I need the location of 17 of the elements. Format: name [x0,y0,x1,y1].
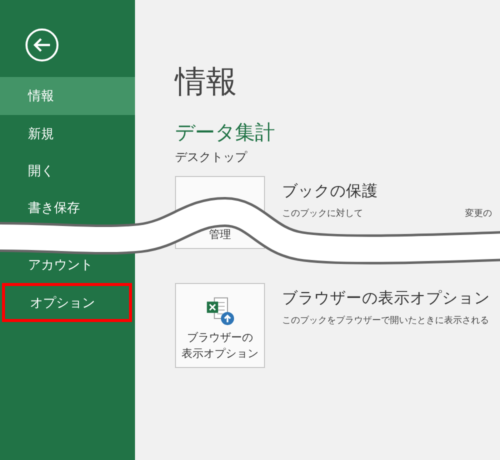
section-description: このブックをブラウザーで開いたときに表示される [282,314,489,328]
sidebar-item[interactable]: 開く [0,152,135,189]
excel-upload-icon [204,296,236,326]
sidebar-item[interactable]: アカウント [0,246,135,283]
sidebar-item[interactable]: 書き保存 [0,189,135,226]
sidebar-item[interactable]: オプション [2,283,132,322]
file-location: デスクトップ [175,149,248,165]
browser-options-button[interactable]: ブラウザーの 表示オプション [175,283,265,368]
file-name: データ集計 [175,119,276,145]
section-heading: ブラウザーの表示オプション [282,288,491,309]
page-title: 情報 [175,63,238,102]
sidebar-item[interactable]: 情報 [0,77,135,115]
section-description: 変更の [465,208,492,221]
sidebar-item[interactable]: 新規 [0,115,135,152]
section-heading: ブックの保護 [282,181,379,202]
back-icon[interactable] [25,28,59,62]
section-description: このブックに対して [282,208,363,221]
